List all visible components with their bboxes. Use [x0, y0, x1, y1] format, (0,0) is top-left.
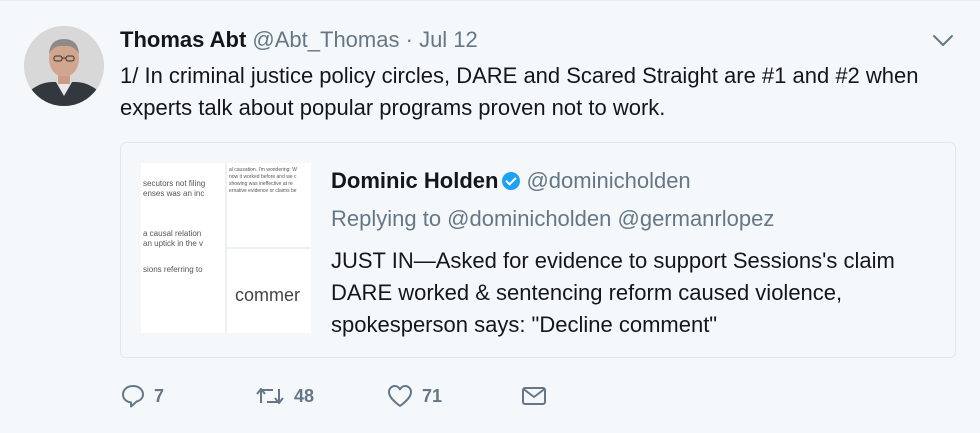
- quoted-tweet-text: JUST IN—Asked for evidence to support Se…: [331, 248, 895, 337]
- reply-icon: [122, 385, 144, 408]
- quoted-tweet-header: Dominic Holden @dominicholden: [331, 167, 691, 195]
- avatar-image: [24, 26, 104, 106]
- thumbnail-text: a causal relation: [143, 229, 202, 238]
- thumbnail-text: sions referring to: [143, 265, 203, 274]
- tweet[interactable]: Thomas Abt @Abt_Thomas · Jul 12 1/ In cr…: [0, 0, 980, 433]
- thumbnail-text: enses was an inc: [143, 189, 205, 198]
- avatar[interactable]: [24, 26, 104, 106]
- quoted-author-name[interactable]: Dominic Holden: [331, 168, 498, 193]
- author-name[interactable]: Thomas Abt: [120, 27, 246, 52]
- thumbnail-text: an uptick in the v: [143, 239, 204, 248]
- reply-button[interactable]: 7: [120, 383, 180, 409]
- thumbnail-text: showing was ineffective at re: [229, 181, 293, 187]
- retweet-count: 48: [294, 385, 315, 406]
- quoted-author-handle[interactable]: @dominicholden: [526, 168, 690, 193]
- tweet-text: 1/ In criminal justice policy circles, D…: [120, 63, 919, 120]
- top-divider: [0, 0, 980, 1]
- tweet-header: Thomas Abt @Abt_Thomas · Jul 12: [120, 26, 478, 54]
- thumbnail-text: secutors not filing: [143, 179, 206, 188]
- quoted-tweet-thumbnail: secutors not filing enses was an inc a c…: [141, 163, 311, 333]
- reply-count: 7: [154, 385, 165, 406]
- like-button[interactable]: 71: [386, 383, 466, 409]
- thumbnail-text: now it worked before and we c: [229, 174, 297, 180]
- quoted-tweet[interactable]: secutors not filing enses was an inc a c…: [120, 142, 956, 358]
- thumbnail-text: ernative evidence or claims be: [229, 188, 297, 194]
- thumbnail-text: al causation. I'm wondering: W: [229, 167, 297, 173]
- envelope-icon: [522, 387, 546, 405]
- direct-message-button[interactable]: [520, 384, 560, 408]
- thumbnail-divider: [227, 247, 311, 249]
- heart-icon: [388, 385, 412, 407]
- separator: ·: [405, 27, 413, 52]
- replying-to: Replying to @dominicholden @germanrlopez: [331, 206, 775, 231]
- author-handle[interactable]: @Abt_Thomas: [252, 27, 399, 52]
- chevron-down-icon: [933, 35, 953, 46]
- verified-badge-icon: [502, 172, 521, 190]
- retweet-icon: [256, 388, 284, 404]
- tweet-date[interactable]: Jul 12: [419, 27, 478, 52]
- retweet-button[interactable]: 48: [254, 383, 334, 409]
- thumbnail-text: commer: [235, 285, 301, 305]
- like-count: 71: [422, 385, 443, 406]
- more-options-button[interactable]: [928, 28, 958, 54]
